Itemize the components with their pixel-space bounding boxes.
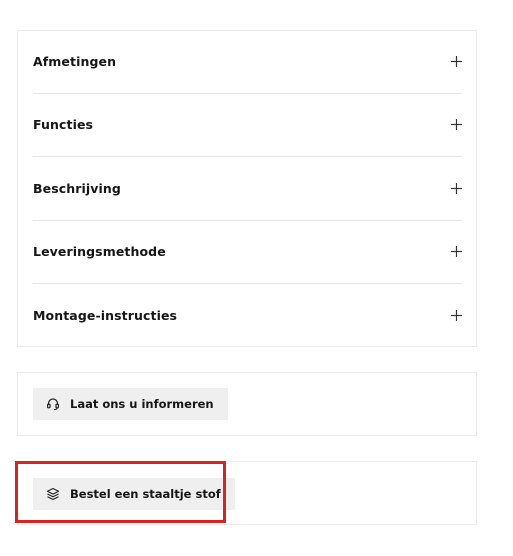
plus-icon xyxy=(451,310,462,321)
accordion-item-label: Functies xyxy=(33,117,94,132)
inform-card: Laat ons u informeren xyxy=(17,372,477,436)
accordion-item-label: Beschrijving xyxy=(33,181,121,196)
inform-button-label: Laat ons u informeren xyxy=(70,397,214,411)
accordion-item-beschrijving[interactable]: Beschrijving xyxy=(33,158,462,221)
headset-icon xyxy=(47,398,60,411)
order-sample-button[interactable]: Bestel een staaltje stof xyxy=(33,478,235,510)
plus-icon xyxy=(451,246,462,257)
accordion-item-functies[interactable]: Functies xyxy=(33,94,462,157)
layers-icon xyxy=(46,487,60,501)
accordion-item-leveringsmethode[interactable]: Leveringsmethode xyxy=(33,221,462,284)
accordion-item-afmetingen[interactable]: Afmetingen xyxy=(33,31,462,94)
order-sample-button-label: Bestel een staaltje stof xyxy=(70,487,221,501)
sample-card: Bestel een staaltje stof xyxy=(17,461,477,525)
inform-button[interactable]: Laat ons u informeren xyxy=(33,388,228,420)
plus-icon xyxy=(451,119,462,130)
accordion-item-label: Leveringsmethode xyxy=(33,244,166,259)
accordion-item-label: Afmetingen xyxy=(33,54,117,69)
accordion-item-montage-instructies[interactable]: Montage-instructies xyxy=(33,285,462,348)
accordion-item-label: Montage-instructies xyxy=(33,308,178,323)
plus-icon xyxy=(451,183,462,194)
plus-icon xyxy=(451,56,462,67)
product-info-accordion: Afmetingen Functies Beschrijving Leverin… xyxy=(17,30,477,347)
